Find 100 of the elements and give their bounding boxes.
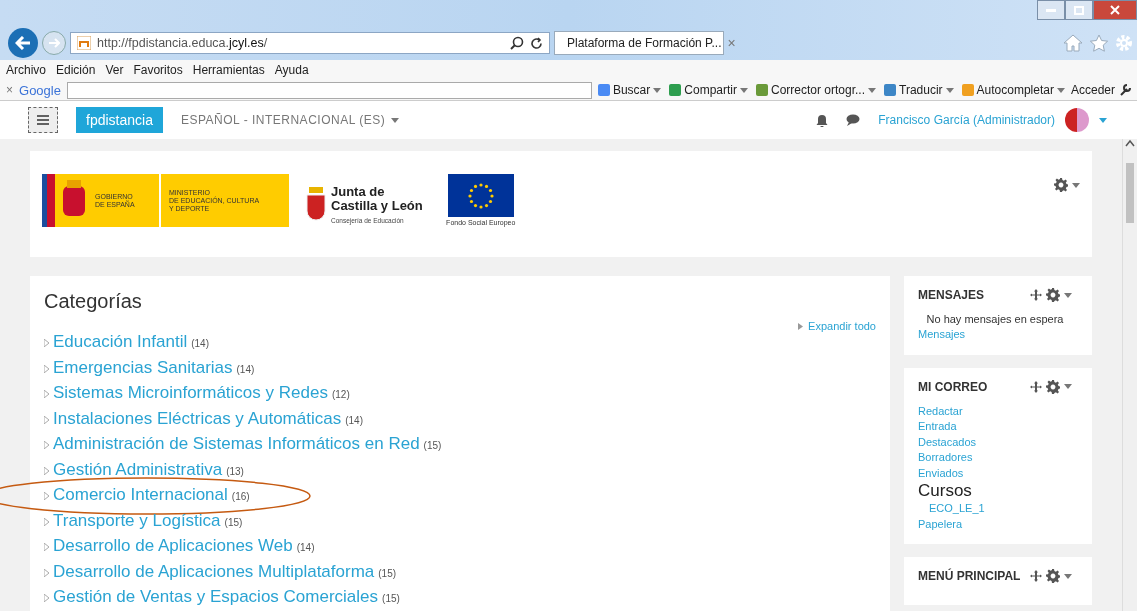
- toolbar-icon[interactable]: [669, 84, 682, 96]
- block-link[interactable]: Enviados: [918, 465, 1072, 481]
- block-link[interactable]: Mensajes: [918, 327, 1072, 343]
- restore-button[interactable]: [1065, 0, 1093, 20]
- category-link[interactable]: Emergencias Sanitarias: [53, 357, 233, 378]
- url-text: http://fpdistancia.educa.jcyl.es/: [97, 36, 269, 50]
- close-icon[interactable]: [1110, 5, 1120, 15]
- triangle-icon: [44, 441, 49, 449]
- block-link[interactable]: Borradores: [918, 450, 1072, 466]
- course-count: (15): [224, 516, 243, 528]
- caret-icon[interactable]: [1064, 292, 1072, 298]
- triangle-icon: [44, 543, 49, 551]
- triangle-icon: [44, 466, 49, 475]
- category-link[interactable]: Gestión Administrativa: [53, 459, 223, 480]
- address-bar[interactable]: http://fpdistancia.educa.jcyl.es/: [70, 32, 550, 54]
- menu-item[interactable]: Archivo: [6, 63, 46, 77]
- caret-icon[interactable]: [1064, 573, 1072, 579]
- sign-in-link[interactable]: Acceder: [1070, 83, 1115, 97]
- category-link[interactable]: Sistemas Microinformáticos y Redes: [53, 383, 328, 403]
- move-icon[interactable]: [1030, 380, 1042, 393]
- caret-icon[interactable]: [1064, 384, 1072, 389]
- wrench-icon[interactable]: [1119, 84, 1131, 96]
- menu-item[interactable]: Edición: [56, 63, 96, 77]
- course-count: (14): [296, 542, 315, 553]
- settings-icon[interactable]: [1046, 379, 1060, 394]
- course-link[interactable]: ECO_LE_1: [918, 501, 1072, 517]
- settings-icon[interactable]: [1054, 178, 1068, 192]
- refresh-icon[interactable]: [530, 36, 543, 50]
- back-button[interactable]: [8, 28, 38, 58]
- search-icon[interactable]: [510, 36, 524, 50]
- coat-of-arms-icon: [63, 180, 85, 216]
- caret-icon[interactable]: [868, 87, 876, 93]
- category-link[interactable]: Instalaciones Eléctricas y Automáticas: [53, 408, 342, 429]
- category-link[interactable]: Comercio Internacional: [53, 485, 228, 505]
- caret-icon[interactable]: [1056, 87, 1065, 93]
- settings-icon[interactable]: [1046, 288, 1060, 302]
- close-button[interactable]: [1093, 0, 1137, 20]
- category-link[interactable]: Gestión de Ventas y Espacios Comerciales: [53, 587, 379, 607]
- toolbar-button[interactable]: Traducir: [899, 83, 943, 97]
- category-link[interactable]: Desarrollo de Aplicaciones Web: [53, 536, 293, 556]
- course-count: (16): [231, 491, 250, 502]
- scroll-up-icon[interactable]: [1125, 139, 1135, 147]
- course-count: (14): [345, 414, 363, 426]
- chat-icon[interactable]: [846, 114, 861, 126]
- toolbar-icon[interactable]: [597, 84, 610, 96]
- category-link[interactable]: Desarrollo de Aplicaciones Multiplataforma: [53, 561, 375, 582]
- site-brand[interactable]: fpdistancia: [76, 107, 163, 133]
- language-menu[interactable]: ESPAÑOL - INTERNACIONAL (ES): [180, 113, 386, 127]
- category-link[interactable]: Administración de Sistemas Informáticos en Red: [53, 434, 420, 454]
- settings-icon[interactable]: [1046, 569, 1060, 583]
- hamburger-icon[interactable]: [37, 115, 49, 125]
- caret-icon[interactable]: [1072, 182, 1080, 188]
- arrow-left-icon[interactable]: [15, 36, 31, 50]
- category-link[interactable]: Educación Infantil: [53, 332, 188, 352]
- eu-flag-icon: [447, 174, 514, 217]
- block-link[interactable]: Destacados: [918, 434, 1072, 450]
- google-logo: Google: [19, 82, 61, 98]
- caret-icon[interactable]: [740, 87, 748, 93]
- scrollbar[interactable]: [1122, 139, 1137, 611]
- course-count: (14): [191, 338, 209, 349]
- toolbar-button[interactable]: Autocompletar: [976, 83, 1054, 97]
- scroll-thumb[interactable]: [1126, 163, 1134, 223]
- caret-icon[interactable]: [945, 87, 954, 93]
- block-link[interactable]: Entrada: [918, 419, 1072, 435]
- move-icon[interactable]: [1030, 570, 1042, 582]
- category-link[interactable]: Transporte y Logística: [53, 510, 221, 531]
- expand-all-link[interactable]: Expandir todo: [808, 320, 876, 332]
- toolbar-button[interactable]: Buscar: [612, 83, 651, 97]
- menu-item[interactable]: Ver: [105, 63, 124, 77]
- site-icon: [77, 36, 91, 50]
- caret-icon[interactable]: [1099, 117, 1107, 123]
- triangle-icon: [44, 568, 49, 577]
- block-title: MI CORREO: [918, 379, 989, 394]
- toolbar-button[interactable]: Corrector ortogr...: [771, 83, 865, 97]
- course-count: (14): [236, 363, 255, 375]
- caret-icon[interactable]: [653, 87, 662, 93]
- toolbar-close-button[interactable]: ×: [6, 83, 13, 97]
- menu-button[interactable]: [28, 107, 58, 133]
- toolbar-icon[interactable]: [884, 84, 896, 96]
- toolbar-button[interactable]: Compartir: [684, 83, 737, 97]
- block-link[interactable]: Redactar: [918, 403, 1072, 419]
- avatar-circle[interactable]: [1065, 108, 1089, 132]
- menu-item[interactable]: Herramientas: [192, 63, 265, 77]
- triangle-icon: [44, 364, 49, 373]
- user-menu[interactable]: Francisco García (Administrador): [878, 113, 1055, 127]
- forward-button[interactable]: [42, 31, 66, 55]
- triangle-icon: [44, 492, 49, 500]
- star-icon[interactable]: [1089, 34, 1109, 52]
- triangle-icon: [44, 339, 49, 347]
- tab-close-button[interactable]: ×: [727, 35, 736, 51]
- block-title: MENSAJES: [918, 288, 986, 302]
- menu-item[interactable]: Favoritos: [133, 63, 183, 77]
- search-field[interactable]: [66, 81, 592, 99]
- triangle-icon: [44, 517, 49, 526]
- move-icon[interactable]: [1030, 289, 1042, 301]
- block-link[interactable]: Papelera: [918, 516, 1072, 532]
- menu-item[interactable]: Ayuda: [274, 63, 309, 77]
- bell-icon[interactable]: [816, 113, 829, 127]
- minimize-button[interactable]: [1037, 0, 1065, 20]
- caret-icon[interactable]: [391, 117, 400, 123]
